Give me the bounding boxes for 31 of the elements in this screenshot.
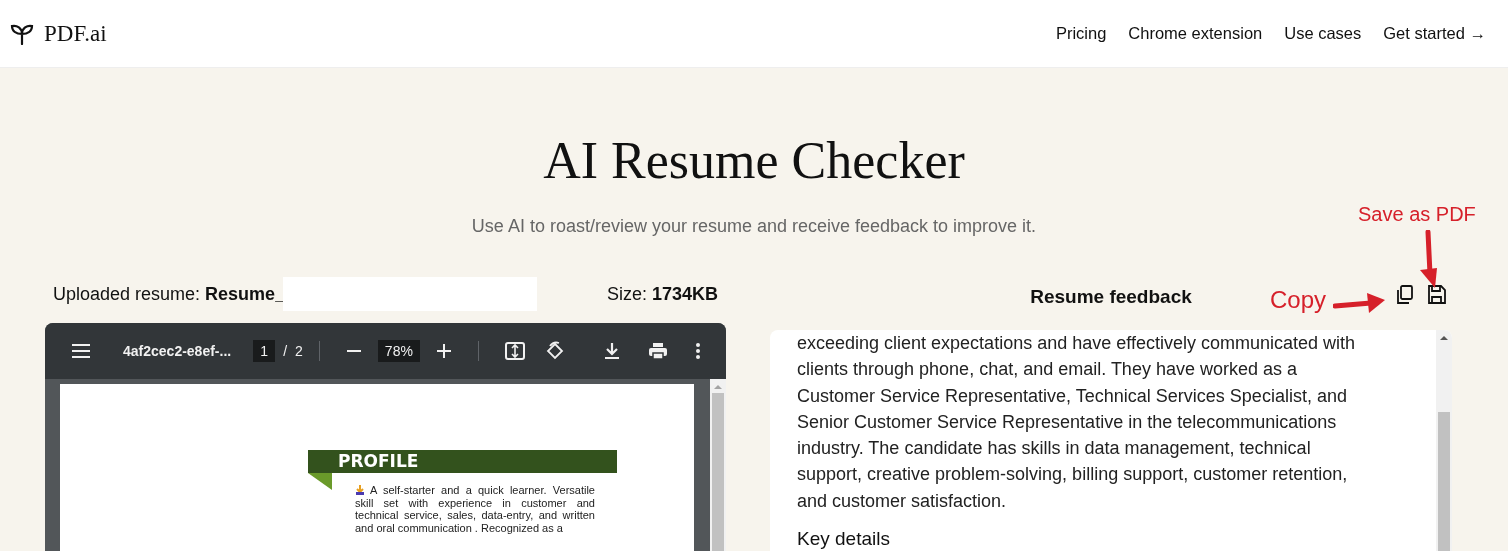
page-number-field[interactable]: 1 xyxy=(253,340,276,362)
save-icon[interactable] xyxy=(1427,285,1446,305)
annotation-label: Save as PDF xyxy=(1358,203,1476,226)
profile-paragraph: A self-starter and a quick learner. Versatile skill set with experience in customer and technical service, sales, data-entry, and written and oral communication . Recognized as a xyxy=(355,484,595,534)
pdf-filename: 4af2cec2-e8ef-... xyxy=(123,343,232,359)
feedback-paragraph: exceeding client expectations and have effectively communicated with clients through phone, chat, and email. They have worked as a Customer Service Representative, Technical Services Specialist, and Senior Customer Service Representative in the telecommunications industry. The candidate has skills in data management, technical support, creative problem-solving, billing support, customer retention, and customer satisfaction. xyxy=(797,332,1356,513)
nav-link[interactable]: Get started → xyxy=(1383,24,1486,43)
page-separator: / xyxy=(283,343,288,359)
feedback-title: Resume feedback xyxy=(1030,286,1192,308)
nav-link[interactable]: Chrome extension xyxy=(1128,24,1263,43)
section-heading: Key details xyxy=(797,528,891,551)
copy-icon[interactable] xyxy=(1395,285,1413,305)
ribbon-fold-icon xyxy=(308,473,332,490)
annotation-label: Copy xyxy=(1270,286,1327,314)
section-heading: PROFILE xyxy=(308,450,617,473)
scrollbar[interactable] xyxy=(1436,330,1452,551)
nav-link[interactable]: Use cases xyxy=(1284,24,1362,43)
nav-link[interactable]: Pricing xyxy=(1055,24,1107,43)
page-subtitle: Use AI to roast/review your resume and receive feedback to improve it. xyxy=(471,215,1037,238)
file-size-label: Size: 1734KB xyxy=(606,283,718,305)
page-count: 2 xyxy=(295,343,303,359)
page-title: AI Resume Checker xyxy=(543,131,965,191)
annotation-arrow xyxy=(1333,293,1385,313)
scrollbar[interactable] xyxy=(710,379,726,551)
annotation-arrow xyxy=(1420,230,1437,288)
bullet-icon xyxy=(355,485,365,495)
uploaded-resume-label: Uploaded resume: Resume_ xyxy=(53,283,286,305)
sprout-icon xyxy=(10,22,34,45)
zoom-field[interactable]: 78% xyxy=(377,340,420,362)
logo-text: PDF.ai xyxy=(44,20,107,47)
scroll-up-icon[interactable] xyxy=(1440,334,1448,342)
